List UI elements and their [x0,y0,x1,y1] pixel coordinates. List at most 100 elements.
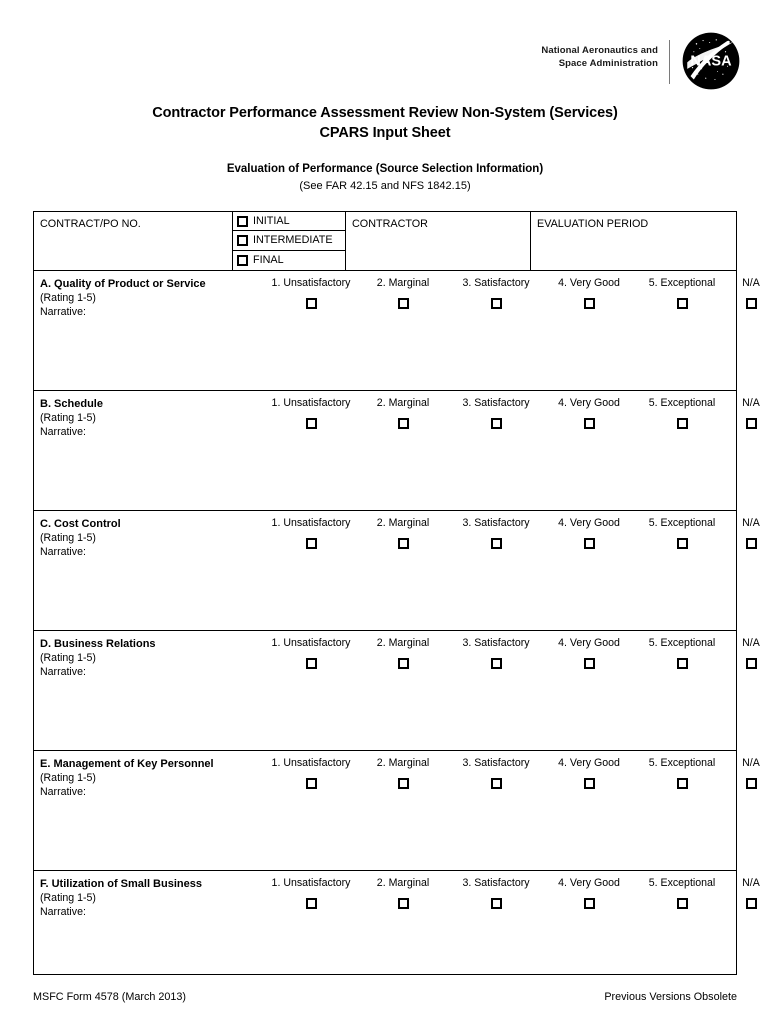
rating-option-label: N/A [742,637,760,649]
rating-option[interactable]: N/A [691,276,770,313]
criterion-label-group: A. Quality of Product or Service (Rating … [40,277,255,319]
checkbox-rating-icon[interactable] [490,898,502,909]
checkbox-rating-icon[interactable] [305,418,317,429]
checkbox-rating-icon[interactable] [305,538,317,549]
title-line-2: CPARS Input Sheet [319,125,451,141]
checkbox-rating-icon[interactable] [397,898,409,909]
checkbox-rating-icon[interactable] [490,778,502,789]
checkbox-rating-icon[interactable] [676,538,688,549]
checkbox-rating-icon[interactable] [397,778,409,789]
criteria-rows: A. Quality of Product or Service (Rating … [34,271,760,974]
checkbox-initial-icon[interactable] [237,215,248,227]
subtitle-reference-note: (See FAR 42.15 and NFS 1842.15) [299,180,471,192]
criterion-narrative-label: Narrative: [40,546,86,558]
criterion-label-group: F. Utilization of Small Business (Rating … [40,877,255,919]
checkbox-rating-icon[interactable] [305,778,317,789]
checkbox-rating-icon[interactable] [583,658,595,669]
checkbox-rating-icon[interactable] [745,538,757,549]
criterion-narrative-value[interactable] [40,807,730,866]
criterion-narrative-label: Narrative: [40,906,86,918]
checkbox-rating-icon[interactable] [490,418,502,429]
rating-option[interactable]: N/A [691,876,770,913]
criterion-rating-note: (Rating 1-5) [40,412,96,424]
checkbox-rating-icon[interactable] [745,898,757,909]
criterion-title: D. Business Relations [40,638,156,650]
rating-scale-group: 1. Unsatisfactory 2. Marginal 3. Satisfact… [262,516,760,561]
checkbox-rating-icon[interactable] [676,658,688,669]
rating-option-label: N/A [742,277,760,289]
evaluation-type-label-intermediate: INTERMEDIATE [253,234,333,247]
obsolete-note-label: Previous Versions Obsolete [604,991,737,1003]
title-line-1: Contractor Performance Assessment Review… [152,105,618,121]
checkbox-rating-icon[interactable] [305,298,317,309]
criterion-narrative-value[interactable] [40,327,730,386]
rating-option[interactable]: N/A [691,756,770,793]
evaluation-type-option-initial[interactable]: INITIAL [233,212,345,232]
checkbox-rating-icon[interactable] [305,898,317,909]
criterion-rating-note: (Rating 1-5) [40,532,96,544]
contractor-cell[interactable]: CONTRACTOR [346,212,531,270]
checkbox-rating-icon[interactable] [397,298,409,309]
agency-header: National Aeronautics and Space Administr… [0,28,770,94]
criterion-row: B. Schedule (Rating 1-5) Narrative: 1. Unsa… [34,391,760,511]
criterion-narrative-label: Narrative: [40,666,86,678]
criterion-label-group: B. Schedule (Rating 1-5) Narrative: [40,397,255,439]
evaluation-type-option-intermediate[interactable]: INTERMEDIATE [233,231,345,251]
rating-option[interactable]: N/A [691,396,770,433]
rating-scale-group: 1. Unsatisfactory 2. Marginal 3. Satisfact… [262,396,760,441]
checkbox-rating-icon[interactable] [397,658,409,669]
checkbox-rating-icon[interactable] [745,418,757,429]
criterion-label-group: D. Business Relations (Rating 1-5) Narrati… [40,637,255,679]
criterion-narrative-value[interactable] [40,447,730,506]
checkbox-final-icon[interactable] [237,254,248,266]
checkbox-rating-icon[interactable] [583,298,595,309]
criterion-rating-note: (Rating 1-5) [40,892,96,904]
checkbox-rating-icon[interactable] [583,778,595,789]
contract-number-cell[interactable]: CONTRACT/PO NO. [34,212,233,270]
evaluation-type-cell: INITIAL INTERMEDIATE FINAL [233,212,346,270]
checkbox-rating-icon[interactable] [583,898,595,909]
checkbox-rating-icon[interactable] [583,418,595,429]
checkbox-rating-icon[interactable] [490,538,502,549]
criterion-title: C. Cost Control [40,518,121,530]
checkbox-rating-icon[interactable] [583,538,595,549]
checkbox-rating-icon[interactable] [676,298,688,309]
checkbox-rating-icon[interactable] [490,298,502,309]
rating-option[interactable]: N/A [691,636,770,673]
wordmark-line-2: Space Administration [558,58,658,69]
form-id-label: MSFC Form 4578 (March 2013) [33,991,187,1003]
criterion-label-group: C. Cost Control (Rating 1-5) Narrative: [40,517,255,559]
checkbox-intermediate-icon[interactable] [237,234,248,246]
criterion-row: E. Management of Key Personnel (Rating 1-… [34,751,760,871]
evaluation-period-cell[interactable]: EVALUATION PERIOD [531,212,736,270]
rating-option-label: N/A [742,877,760,889]
criterion-row: A. Quality of Product or Service (Rating … [34,271,760,391]
page-title: Contractor Performance Assessment Review… [0,103,770,143]
checkbox-rating-icon[interactable] [676,418,688,429]
checkbox-rating-icon[interactable] [745,778,757,789]
evaluation-type-label-initial: INITIAL [253,215,290,228]
rating-option-label: N/A [742,757,760,769]
criterion-narrative-value[interactable] [40,927,730,970]
page-footer: MSFC Form 4578 (March 2013) Previous Ver… [33,991,737,1003]
contractor-label: CONTRACTOR [352,218,428,230]
checkbox-rating-icon[interactable] [745,298,757,309]
criterion-label-group: E. Management of Key Personnel (Rating 1-… [40,757,255,799]
evaluation-type-label-final: FINAL [253,254,284,267]
evaluation-type-option-final[interactable]: FINAL [233,251,345,270]
criterion-row: C. Cost Control (Rating 1-5) Narrative: 1. … [34,511,760,631]
checkbox-rating-icon[interactable] [305,658,317,669]
rating-scale-group: 1. Unsatisfactory 2. Marginal 3. Satisfact… [262,636,760,681]
checkbox-rating-icon[interactable] [676,898,688,909]
criterion-rating-note: (Rating 1-5) [40,772,96,784]
criterion-narrative-value[interactable] [40,567,730,626]
rating-option[interactable]: N/A [691,516,770,553]
criterion-narrative-label: Narrative: [40,426,86,438]
checkbox-rating-icon[interactable] [745,658,757,669]
criterion-narrative-value[interactable] [40,687,730,746]
criterion-narrative-label: Narrative: [40,786,86,798]
checkbox-rating-icon[interactable] [676,778,688,789]
checkbox-rating-icon[interactable] [397,418,409,429]
checkbox-rating-icon[interactable] [490,658,502,669]
checkbox-rating-icon[interactable] [397,538,409,549]
